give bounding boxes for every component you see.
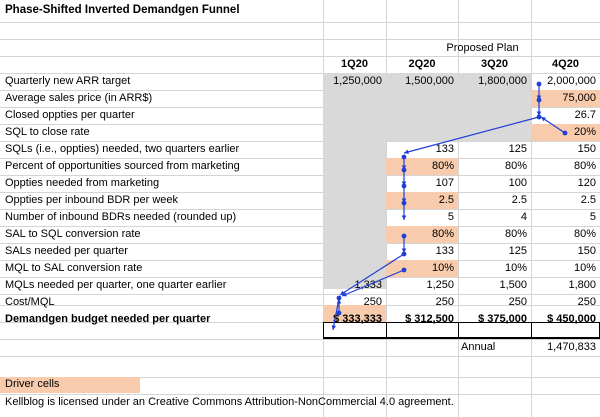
arrow-dot: [401, 167, 407, 173]
arrow-dot: [336, 310, 342, 316]
arrow-head: [401, 215, 407, 220]
arrow-dot: [536, 81, 542, 87]
arrow-dot: [401, 183, 407, 189]
arrow-dot: [536, 97, 542, 103]
arrow-line: [403, 116, 540, 154]
arrow-dot: [336, 295, 342, 301]
arrow-dot: [562, 130, 568, 136]
arrow-dot: [401, 267, 407, 273]
arrow-dot: [401, 251, 407, 257]
arrow-dot: [401, 154, 407, 160]
arrow-dot: [401, 233, 407, 239]
arrow-head: [331, 325, 337, 330]
precedent-arrows: [331, 81, 568, 331]
arrow-dot: [401, 200, 407, 206]
arrow-dot: [536, 114, 542, 120]
spreadsheet: Phase-Shifted Inverted Demandgen Funnel …: [0, 0, 600, 417]
